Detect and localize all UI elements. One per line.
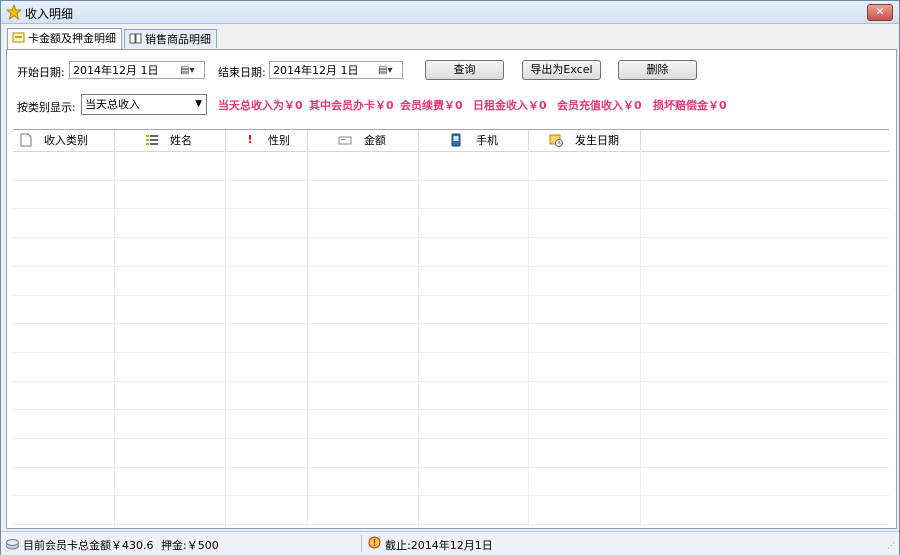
end-date-picker[interactable]: 2014年12月 1日 ▤▾ — [269, 61, 403, 79]
end-date-label: 结束日期: — [218, 66, 266, 79]
table-row[interactable] — [13, 410, 889, 439]
tab-label: 销售商品明细 — [145, 33, 211, 46]
query-button[interactable]: 查询 — [425, 60, 504, 80]
titlebar: 收入明细 ✕ — [1, 1, 899, 24]
window-title: 收入明细 — [25, 7, 74, 21]
coin-stack-icon — [6, 539, 19, 550]
summary-card-issue: 其中会员办卡￥0 — [309, 99, 394, 112]
tab-sales-goods[interactable]: 销售商品明细 — [124, 29, 217, 48]
calendar-dropdown-icon[interactable]: ▤▾ — [180, 64, 202, 77]
main-panel: 开始日期: 2014年12月 1日 ▤▾ 结束日期: 2014年12月 1日 ▤… — [6, 49, 897, 529]
alert-pin-icon — [368, 536, 381, 549]
chevron-down-icon: ▼ — [195, 99, 202, 109]
list-icon — [146, 135, 158, 145]
close-icon: ✕ — [875, 5, 885, 18]
exclamation-icon: ! — [247, 133, 253, 146]
table-row[interactable] — [13, 324, 889, 353]
as-of-date: 截止:2014年12月1日 — [385, 539, 493, 552]
summary-daily-rent: 日租金收入￥0 — [473, 99, 547, 112]
start-date-label: 开始日期: — [17, 66, 65, 79]
end-date-value: 2014年12月 1日 — [273, 64, 359, 77]
summary-total: 当天总收入为￥0 — [218, 99, 303, 112]
tab-card-deposit[interactable]: 卡金额及押金明细 — [7, 28, 122, 49]
money-icon — [338, 136, 352, 145]
summary-damage: 损坏赔偿金￥0 — [653, 99, 727, 112]
export-excel-button[interactable]: 导出为Excel — [522, 60, 601, 80]
tab-label: 卡金额及押金明细 — [28, 32, 116, 45]
table-row[interactable] — [13, 353, 889, 382]
income-table[interactable]: 收入类别 姓名 ! 性别 金额 手机 发生日期 — [13, 129, 889, 528]
summary-renewal: 会员续费￥0 — [400, 99, 463, 112]
phone-icon — [451, 133, 461, 147]
column-header-category[interactable]: 收入类别 — [13, 130, 115, 151]
deposit-amount: 押金:￥500 — [161, 539, 219, 552]
category-select[interactable]: 当天总收入 ▼ — [81, 94, 207, 115]
table-row[interactable] — [13, 267, 889, 296]
category-value: 当天总收入 — [85, 98, 140, 111]
resize-grip-icon[interactable]: ⋰ — [887, 541, 895, 550]
column-header-phone[interactable]: 手机 — [419, 130, 529, 151]
category-label: 按类别显示: — [17, 101, 76, 114]
star-icon — [6, 4, 22, 20]
start-date-value: 2014年12月 1日 — [73, 64, 159, 77]
income-detail-window: 收入明细 ✕ 卡金额及押金明细 销售商品明细 开始日期: 2014年12月 1日… — [0, 0, 900, 555]
table-row[interactable] — [13, 295, 889, 324]
table-row[interactable] — [13, 496, 889, 525]
table-row[interactable] — [13, 209, 889, 238]
table-row[interactable] — [13, 439, 889, 468]
table-row[interactable] — [13, 152, 889, 181]
document-icon — [20, 133, 32, 147]
calendar-dropdown-icon[interactable]: ▤▾ — [378, 64, 400, 77]
table-row[interactable] — [13, 180, 889, 209]
status-separator — [361, 535, 362, 552]
card-icon — [12, 32, 25, 43]
column-header-date[interactable]: 发生日期 — [529, 130, 641, 151]
table-header: 收入类别 姓名 ! 性别 金额 手机 发生日期 — [13, 130, 889, 152]
close-button[interactable]: ✕ — [867, 4, 893, 21]
table-row[interactable] — [13, 238, 889, 267]
column-header-name[interactable]: 姓名 — [115, 130, 226, 151]
column-header-amount[interactable]: 金额 — [308, 130, 419, 151]
status-bar: 目前会员卡总金额￥430.6 押金:￥500 截止:2014年12月1日 ⋰ — [1, 531, 899, 555]
book-icon — [129, 33, 142, 44]
summary-recharge: 会员充值收入￥0 — [557, 99, 642, 112]
table-row[interactable] — [13, 381, 889, 410]
table-row[interactable] — [13, 467, 889, 496]
card-total-amount: 目前会员卡总金额￥430.6 — [23, 539, 154, 552]
calendar-clock-icon — [549, 134, 563, 147]
column-header-gender[interactable]: ! 性别 — [226, 130, 308, 151]
delete-button[interactable]: 删除 — [618, 60, 697, 80]
start-date-picker[interactable]: 2014年12月 1日 ▤▾ — [69, 61, 205, 79]
